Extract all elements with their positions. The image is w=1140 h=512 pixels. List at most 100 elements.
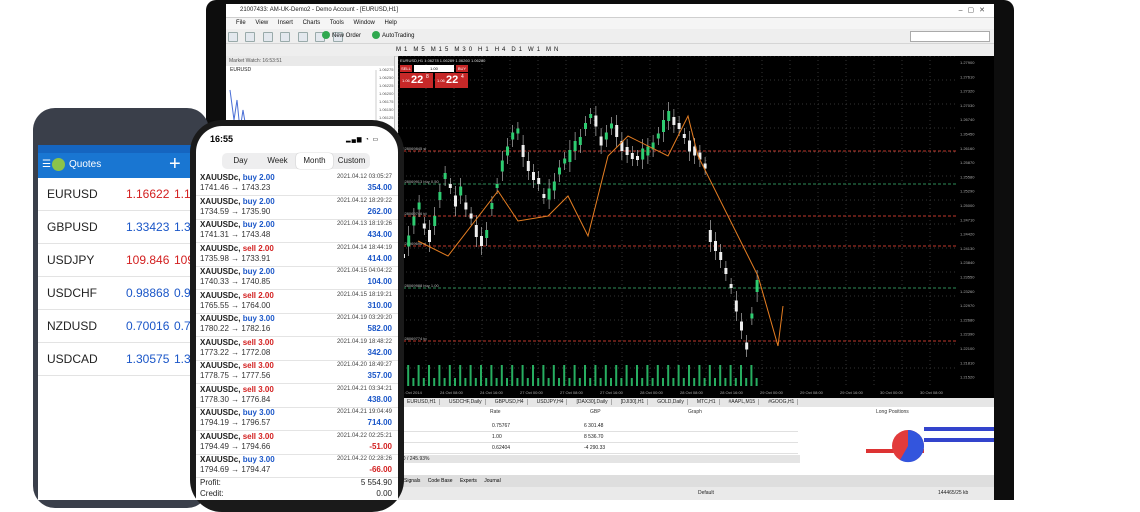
add-symbol-button[interactable]: +	[169, 153, 181, 176]
order-line-label: #228069988 buy 1.00	[400, 283, 439, 288]
volume-bar	[662, 378, 664, 386]
timeframe-w1[interactable]: W1	[528, 47, 543, 53]
window-controls[interactable]: –▢✕	[959, 4, 990, 17]
status-profile: Default	[698, 490, 714, 496]
candle-body	[682, 134, 686, 138]
candle-body	[667, 111, 671, 121]
deal-row[interactable]: XAUUSDc, sell 3.00 1778.30 → 1776.84 2021.…	[196, 384, 398, 408]
deal-symbol: XAUUSDc,	[200, 455, 241, 464]
tab-code-base[interactable]: Code Base	[428, 478, 453, 484]
chart-tab[interactable]: #GOOG,H1	[765, 399, 799, 405]
deal-side: buy 3.00	[242, 455, 275, 464]
volume-bar	[511, 365, 514, 386]
quote-bid: 109.846	[126, 253, 170, 267]
quote-row[interactable]: NZDUSD 0.70016 0.70	[38, 310, 198, 343]
sell-price-box[interactable]: 1.06 22 8	[400, 73, 433, 88]
period-custom[interactable]: Custom	[333, 153, 370, 169]
graph-header: Graph	[688, 409, 702, 415]
autotrading-button[interactable]: AutoTrading	[372, 29, 414, 43]
one-click-buy-button[interactable]: BUY	[456, 65, 468, 72]
chart-tab[interactable]: MTC,H1	[693, 399, 720, 405]
menu-help[interactable]: Help	[385, 20, 397, 26]
deal-row[interactable]: XAUUSDc, sell 2.00 1765.55 → 1764.00 2021.…	[196, 290, 398, 314]
tab-experts[interactable]: Experts	[460, 478, 477, 484]
profiles-icon[interactable]	[245, 32, 256, 42]
volume-bar	[729, 365, 732, 386]
deal-profit: 438.00	[367, 394, 392, 404]
rate-header: Rate	[490, 409, 501, 415]
timeframe-m1[interactable]: M1	[396, 47, 410, 53]
timeframe-m15[interactable]: M15	[431, 47, 452, 53]
deal-row[interactable]: XAUUSDc, sell 2.00 1735.98 → 1733.91 2021.…	[196, 243, 398, 267]
volume-bar	[454, 378, 456, 386]
quote-row[interactable]: USDCAD 1.30575 1.30	[38, 343, 198, 376]
exposure-row[interactable]: 1.00 8 536.70	[398, 432, 798, 443]
time-axis-label: 27 Oct 00:00	[520, 390, 544, 395]
deal-row[interactable]: XAUUSDc, buy 3.00 1794.69 → 1794.47 2021.0…	[196, 454, 398, 478]
price-axis-label: 1.27900	[960, 60, 975, 65]
period-day[interactable]: Day	[222, 153, 259, 169]
menu-charts[interactable]: Charts	[303, 20, 321, 26]
deal-row[interactable]: XAUUSDc, buy 3.00 1780.22 → 1782.16 2021.0…	[196, 313, 398, 337]
deal-row[interactable]: XAUUSDc, buy 2.00 1734.59 → 1735.90 2021.0…	[196, 196, 398, 220]
timeframe-m30[interactable]: M30	[454, 47, 475, 53]
quote-row[interactable]: USDCHF 0.98868 0.98	[38, 277, 198, 310]
chart-tab[interactable]: USDCHF,Daily	[445, 399, 486, 405]
chart-tab[interactable]: GOLD,Daily	[654, 399, 688, 405]
chart-tab[interactable]: USDJPY,H4	[533, 399, 568, 405]
menu-view[interactable]: View	[255, 20, 268, 26]
deal-row[interactable]: XAUUSDc, sell 3.00 1773.22 → 1772.08 2021.…	[196, 337, 398, 361]
profit-label: Profit:	[200, 478, 221, 487]
timeframe-mn[interactable]: MN	[546, 47, 561, 53]
menu-window[interactable]: Window	[354, 20, 375, 26]
deal-row[interactable]: XAUUSDc, buy 2.00 1741.46 → 1743.23 2021.0…	[196, 172, 398, 196]
candle-body	[438, 192, 442, 200]
candle-body	[454, 195, 457, 207]
buy-price-box[interactable]: 1.06 22 4	[435, 73, 468, 88]
deal-row[interactable]: XAUUSDc, sell 3.00 1794.49 → 1794.66 2021.…	[196, 431, 398, 455]
period-week[interactable]: Week	[259, 153, 296, 169]
candle-body	[443, 173, 447, 179]
navigator-icon[interactable]	[297, 32, 308, 42]
deal-row[interactable]: XAUUSDc, buy 3.00 1794.19 → 1796.57 2021.0…	[196, 407, 398, 431]
deal-row[interactable]: XAUUSDc, buy 2.00 1741.31 → 1743.48 2021.0…	[196, 219, 398, 243]
search-input[interactable]	[910, 31, 990, 42]
menu-tools[interactable]: Tools	[330, 20, 344, 26]
chart-tab[interactable]: GBPUSD,H4	[491, 399, 528, 405]
timeframe-m5[interactable]: M5	[413, 47, 427, 53]
menu-file[interactable]: File	[236, 20, 246, 26]
deal-row[interactable]: XAUUSDc, sell 3.00 1778.75 → 1777.56 2021.…	[196, 360, 398, 384]
gbp-header: GBP	[590, 409, 601, 415]
deal-row[interactable]: XAUUSDc, buy 2.00 1740.33 → 1740.85 2021.0…	[196, 266, 398, 290]
data-window-icon[interactable]	[280, 32, 291, 42]
deal-date: 2021.04.21 03:34:21	[336, 385, 392, 392]
chart-tab[interactable]: [DAX30],Daily	[573, 399, 612, 405]
chart-tab[interactable]: [DJI30],H1	[617, 399, 649, 405]
price-axis-label: 1.22970	[960, 303, 975, 308]
tab-journal[interactable]: Journal	[484, 478, 500, 484]
timeframe-d1[interactable]: D1	[511, 47, 525, 53]
quote-row[interactable]: USDJPY 109.846 109	[38, 244, 198, 277]
exposure-row[interactable]: 0.62404 -4 290.33	[398, 443, 798, 454]
period-month[interactable]: Month	[296, 153, 333, 169]
timeframe-h4[interactable]: H4	[495, 47, 509, 53]
market-watch-icon[interactable]	[262, 32, 273, 42]
one-click-sell-button[interactable]: SELL	[400, 65, 412, 72]
exposure-row[interactable]: 0.75767 6 301.48	[398, 421, 798, 432]
menu-insert[interactable]: Insert	[278, 20, 293, 26]
chart-tab[interactable]: EURUSD,H1	[404, 399, 440, 405]
new-order-button[interactable]: New Order	[322, 29, 361, 43]
quote-row[interactable]: GBPUSD 1.33423 1.33	[38, 211, 198, 244]
new-chart-icon[interactable]	[228, 32, 238, 42]
tab-signals[interactable]: Signals	[404, 478, 420, 484]
lot-size-input[interactable]: 1.00	[414, 65, 454, 72]
menu-icon[interactable]: ☰	[42, 159, 51, 170]
price-chart[interactable]: #228069845 sl #228069913 buy 0.50 #2280697…	[397, 55, 994, 398]
chart-tab[interactable]: #AAPL,M15	[725, 399, 760, 405]
timeframe-h1[interactable]: H1	[478, 47, 492, 53]
deal-profit: -66.00	[369, 465, 392, 474]
deal-symbol: XAUUSDc,	[200, 408, 241, 417]
timeframe-bar[interactable]: M1 M5 M15 M30 H1 H4 D1 W1 MN	[396, 44, 564, 56]
quote-row[interactable]: EURUSD 1.16622 1.16	[38, 178, 198, 211]
new-order-icon	[322, 31, 330, 40]
